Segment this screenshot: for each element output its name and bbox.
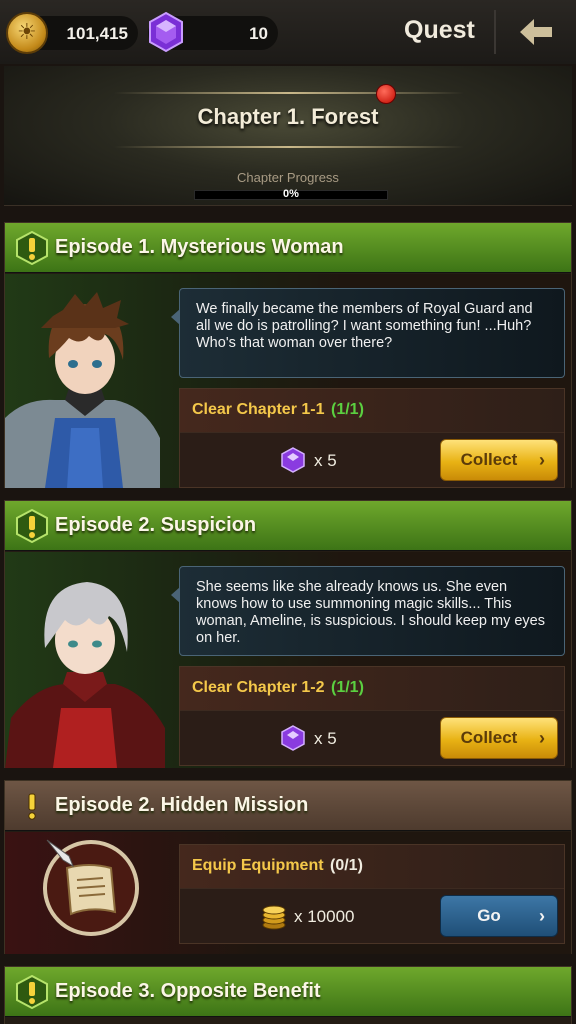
episode-body: She seems like she already knows us. She… [5, 552, 571, 768]
gold-counter[interactable]: 101,415 [6, 12, 138, 54]
scroll-quill-icon [43, 839, 139, 936]
reward: x 5 [280, 725, 337, 755]
divider [494, 10, 496, 54]
mission-progress: (1/1) [331, 679, 364, 696]
collect-button[interactable]: Collect › [440, 439, 558, 481]
episode-card: Episode 3. Opposite Benefit [4, 966, 572, 1024]
page-title: Quest [404, 16, 475, 44]
episode-header: Episode 2. Suspicion [5, 501, 571, 551]
episode-header: Episode 1. Mysterious Woman [5, 223, 571, 273]
back-arrow-icon[interactable] [518, 16, 554, 48]
episode-body: Equip Equipment (0/1) x 10000 Go › [5, 832, 571, 954]
chevron-right-icon: › [539, 906, 545, 926]
reward: x 10000 [260, 903, 355, 933]
mission-progress: (0/1) [330, 857, 363, 874]
chapter-progress-percent: 0% [283, 188, 299, 200]
dialog-bubble: We finally became the members of Royal G… [171, 288, 565, 378]
gold-coin-icon [6, 12, 48, 54]
episode-header: Episode 3. Opposite Benefit [5, 967, 571, 1017]
exclamation-icon [28, 793, 36, 820]
episode-title: Episode 2. Suspicion [55, 514, 257, 536]
gem-icon [281, 447, 305, 473]
mission-label: Clear Chapter 1-1 [192, 401, 325, 418]
chapter-banner: Chapter 1. Forest Chapter Progress 0% [4, 66, 572, 206]
episode-title: Episode 3. Opposite Benefit [55, 980, 321, 1002]
episode-title: Episode 2. Hidden Mission [55, 794, 309, 816]
gem-icon [149, 11, 183, 53]
chapter-progress-label: Chapter Progress [237, 170, 339, 185]
mission-header: Clear Chapter 1-2 (1/1) [180, 667, 564, 711]
exclamation-quest-icon [16, 975, 48, 1009]
episode-card: Episode 2. Suspicion She seems like she … [4, 500, 572, 768]
mission-panel: Clear Chapter 1-1 (1/1) x 5 Collect › [179, 388, 565, 488]
episode-header: Episode 2. Hidden Mission [5, 781, 571, 831]
reward: x 5 [280, 447, 337, 477]
chapter-title: Chapter 1. Forest [197, 104, 379, 129]
reward-quantity: x 10000 [294, 907, 355, 926]
mission-header: Clear Chapter 1-1 (1/1) [180, 389, 564, 433]
exclamation-quest-icon [16, 231, 48, 265]
collect-button[interactable]: Collect › [440, 717, 558, 759]
mission-label: Clear Chapter 1-2 [192, 679, 325, 696]
mission-label: Equip Equipment [192, 857, 324, 874]
chevron-right-icon: › [539, 728, 545, 748]
banner-ornament-bottom [114, 146, 464, 148]
hidden-mission-card: Episode 2. Hidden Mission Equip Equipmen… [4, 780, 572, 954]
reward-quantity: x 5 [314, 451, 337, 470]
character-portrait [5, 292, 160, 488]
gold-amount: 101,415 [66, 24, 128, 43]
top-bar: 101,415 10 Quest [0, 0, 576, 64]
mission-panel: Clear Chapter 1-2 (1/1) x 5 Collect › [179, 666, 565, 766]
gem-counter[interactable]: 10 [148, 11, 278, 53]
exclamation-quest-icon [16, 509, 48, 543]
gem-icon [281, 725, 305, 751]
go-button-label: Go [477, 906, 501, 925]
collect-button-label: Collect [460, 450, 518, 469]
reward-quantity: x 5 [314, 729, 337, 748]
character-portrait [5, 582, 165, 768]
notification-dot [376, 84, 396, 104]
episode-body: We finally became the members of Royal G… [5, 274, 571, 488]
chapter-progress-bar: 0% [194, 188, 388, 200]
episode-title: Episode 1. Mysterious Woman [55, 236, 344, 258]
mission-header: Equip Equipment (0/1) [180, 845, 564, 889]
go-button[interactable]: Go › [440, 895, 558, 937]
gem-amount: 10 [249, 24, 268, 43]
collect-button-label: Collect [460, 728, 518, 747]
chevron-right-icon: › [539, 450, 545, 470]
episode-card: Episode 1. Mysterious Woman We finally b… [4, 222, 572, 488]
banner-ornament-top [114, 92, 464, 94]
gold-coins-icon [262, 905, 286, 930]
dialog-bubble: She seems like she already knows us. She… [171, 566, 565, 656]
mission-progress: (1/1) [331, 401, 364, 418]
mission-panel: Equip Equipment (0/1) x 10000 Go › [179, 844, 565, 944]
